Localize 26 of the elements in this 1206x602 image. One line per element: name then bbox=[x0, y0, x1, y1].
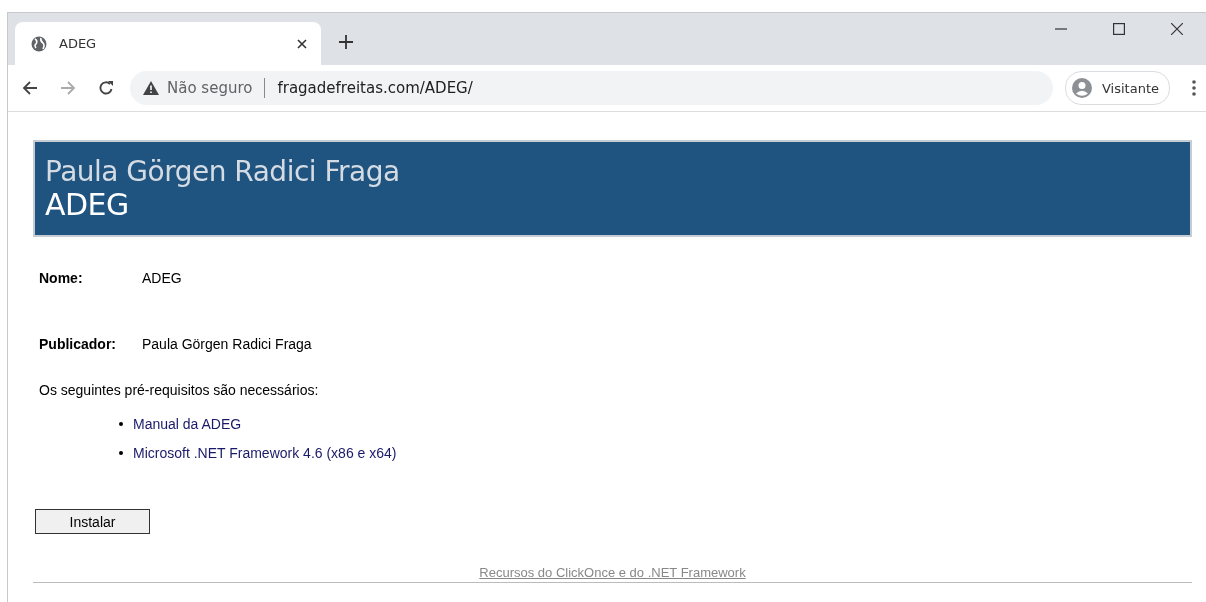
prerequisite-item: Manual da ADEG bbox=[133, 416, 242, 432]
close-icon[interactable] bbox=[297, 38, 307, 49]
maximize-icon[interactable] bbox=[1113, 23, 1125, 35]
field-value: Paula Görgen Radici Fraga bbox=[142, 336, 312, 352]
menu-icon[interactable] bbox=[1192, 80, 1196, 96]
user-icon bbox=[1072, 78, 1092, 98]
field-value: ADEG bbox=[142, 270, 182, 286]
bullet-icon bbox=[119, 451, 123, 455]
field-label: Nome: bbox=[39, 270, 84, 286]
address-bar[interactable]: Não seguro fragadefreitas.com/ADEG/ bbox=[130, 71, 1053, 105]
browser-tab[interactable]: ADEG bbox=[15, 22, 321, 65]
install-button[interactable]: Instalar bbox=[35, 509, 150, 534]
new-tab-icon[interactable] bbox=[339, 35, 353, 49]
prerequisite-item: Microsoft .NET Framework 4.6 (x86 e x64) bbox=[133, 445, 397, 461]
warning-icon bbox=[143, 81, 159, 95]
publisher-title: Paula Görgen Radici Fraga bbox=[45, 155, 401, 188]
bullet-icon bbox=[119, 422, 123, 426]
prerequisites-text: Os seguintes pré-requisitos são necessários: bbox=[39, 382, 319, 398]
profile-button[interactable]: Visitante bbox=[1065, 71, 1170, 105]
product-title: ADEG bbox=[45, 187, 129, 222]
close-icon[interactable] bbox=[1171, 23, 1183, 35]
field-label: Publicador: bbox=[39, 336, 117, 352]
footer-link[interactable]: Recursos do ClickOnce e do .NET Framework bbox=[479, 565, 746, 580]
back-icon[interactable] bbox=[22, 80, 38, 96]
reload-icon[interactable] bbox=[98, 80, 114, 96]
globe-icon bbox=[31, 35, 47, 52]
